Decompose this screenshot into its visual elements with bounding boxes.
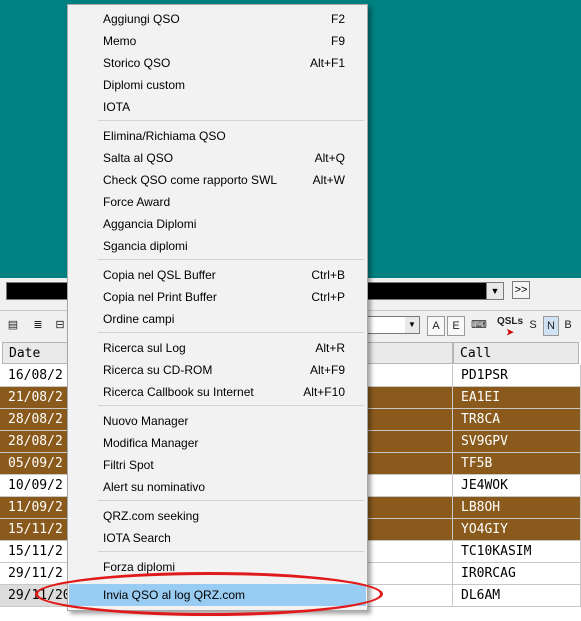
menu-separator: [98, 259, 364, 260]
btn-b[interactable]: B: [562, 316, 574, 334]
menu-item-check-qso-come-rapporto-swl[interactable]: Check QSO come rapporto SWL Alt+W: [69, 169, 366, 191]
list-icon[interactable]: ≣: [30, 316, 46, 334]
menu-item-copia-nel-print-buffer[interactable]: Copia nel Print Buffer Ctrl+P: [69, 286, 366, 308]
menu-separator: [98, 551, 364, 552]
red-annotation-ellipse: [35, 572, 383, 616]
menu-item-label: Diplomi custom: [103, 78, 186, 92]
menu-item-memo[interactable]: Memo F9: [69, 30, 366, 52]
menu-item-storico-qso[interactable]: Storico QSO Alt+F1: [69, 52, 366, 74]
menu-separator: [98, 405, 364, 406]
qsl-arrow-icon: ➤: [506, 327, 514, 337]
menu-item-shortcut: Alt+F1: [309, 56, 345, 70]
menu-item-label: Copia nel QSL Buffer: [103, 268, 216, 282]
cell-call[interactable]: JE4WOK: [453, 475, 581, 497]
cell-call[interactable]: EA1EI: [453, 387, 581, 409]
menu-item-label: Modifica Manager: [103, 436, 199, 450]
document-icon[interactable]: ▤: [5, 316, 21, 334]
cell-call[interactable]: LB8OH: [453, 497, 581, 519]
cell-call[interactable]: TF5B: [453, 453, 581, 475]
menu-item-shortcut: Alt+Q: [314, 151, 345, 165]
menu-separator: [98, 120, 364, 121]
qsl-button[interactable]: QSLs ➤: [496, 316, 524, 337]
menu-item-label: Ricerca su CD-ROM: [103, 363, 213, 377]
menu-item-label: Nuovo Manager: [103, 414, 189, 428]
menu-item-label: Ricerca Callbook su Internet: [103, 385, 254, 399]
menu-item-nuovo-manager[interactable]: Nuovo Manager: [69, 410, 366, 432]
menu-item-shortcut: F2: [330, 12, 345, 26]
menu-item-label: Filtri Spot: [103, 458, 154, 472]
btn-a[interactable]: A: [427, 316, 445, 336]
menu-item-label: Memo: [103, 34, 137, 48]
btn-n[interactable]: N: [543, 316, 559, 336]
qsl-label: QSLs: [496, 316, 524, 327]
menu-item-force-award[interactable]: Force Award: [69, 191, 366, 213]
menu-item-label: Sgancia diplomi: [103, 239, 188, 253]
context-menu: Aggiungi QSO F2 Memo F9 Storico QSO Alt+F1 Dip…: [67, 4, 368, 611]
menu-item-shortcut: Alt+F10: [303, 385, 345, 399]
menu-item-shortcut: F9: [330, 34, 345, 48]
cell-call[interactable]: SV9GPV: [453, 431, 581, 453]
cell-call[interactable]: TC10KASIM: [453, 541, 581, 563]
menu-item-label: IOTA: [103, 100, 131, 114]
menu-item-aggiungi-qso[interactable]: Aggiungi QSO F2: [69, 8, 366, 30]
cell-call[interactable]: TR8CA: [453, 409, 581, 431]
menu-item-label: QRZ.com seeking: [103, 509, 200, 523]
menu-item-ordine-campi[interactable]: Ordine campi: [69, 308, 366, 330]
menu-separator: [98, 332, 364, 333]
menu-item-label: Aggiungi QSO: [103, 12, 180, 26]
cell-call[interactable]: YO4GIY: [453, 519, 581, 541]
menu-item-label: Aggancia Diplomi: [103, 217, 197, 231]
menu-item-modifica-manager[interactable]: Modifica Manager: [69, 432, 366, 454]
menu-item-label: Ricerca sul Log: [103, 341, 186, 355]
header-call[interactable]: Call: [453, 342, 579, 364]
menu-item-label: Elimina/Richiama QSO: [103, 129, 226, 143]
menu-item-shortcut: Alt+R: [315, 341, 345, 355]
menu-item-label: Alert su nominativo: [103, 480, 206, 494]
menu-item-salta-al-qso[interactable]: Salta al QSO Alt+Q: [69, 147, 366, 169]
fast-forward-button[interactable]: >>: [512, 281, 530, 299]
btn-s[interactable]: S: [527, 316, 539, 334]
chevron-down-icon[interactable]: ▼: [486, 282, 504, 300]
menu-item-shortcut: Alt+W: [312, 173, 345, 187]
menu-item-aggancia-diplomi[interactable]: Aggancia Diplomi: [69, 213, 366, 235]
menu-item-qrz-com-seeking[interactable]: QRZ.com seeking: [69, 505, 366, 527]
filter-select[interactable]: ▼: [366, 316, 420, 334]
menu-item-shortcut: Ctrl+P: [311, 290, 345, 304]
menu-item-label: Copia nel Print Buffer: [103, 290, 217, 304]
menu-item-label: IOTA Search: [103, 531, 171, 545]
table-icon[interactable]: ⊟: [52, 316, 68, 334]
btn-e[interactable]: E: [447, 316, 465, 336]
menu-item-diplomi-custom[interactable]: Diplomi custom: [69, 74, 366, 96]
keyboard-icon[interactable]: ⌨: [470, 316, 488, 334]
menu-item-label: Storico QSO: [103, 56, 171, 70]
cell-call[interactable]: IR0RCAG: [453, 563, 581, 585]
menu-item-label: Check QSO come rapporto SWL: [103, 173, 278, 187]
cell-call[interactable]: PD1PSR: [453, 365, 581, 387]
menu-item-label: Ordine campi: [103, 312, 175, 326]
menu-item-iota[interactable]: IOTA: [69, 96, 366, 118]
menu-item-iota-search[interactable]: IOTA Search: [69, 527, 366, 549]
menu-item-sgancia-diplomi[interactable]: Sgancia diplomi: [69, 235, 366, 257]
menu-item-label: Salta al QSO: [103, 151, 174, 165]
menu-item-alert-su-nominativo[interactable]: Alert su nominativo: [69, 476, 366, 498]
cell-call[interactable]: DL6AM: [453, 585, 581, 607]
menu-item-ricerca-su-cd-rom[interactable]: Ricerca su CD-ROM Alt+F9: [69, 359, 366, 381]
menu-item-shortcut: Ctrl+B: [311, 268, 345, 282]
menu-item-filtri-spot[interactable]: Filtri Spot: [69, 454, 366, 476]
menu-separator: [98, 500, 364, 501]
menu-item-ricerca-callbook-su-internet[interactable]: Ricerca Callbook su Internet Alt+F10: [69, 381, 366, 403]
menu-item-shortcut: Alt+F9: [309, 363, 345, 377]
menu-item-ricerca-sul-log[interactable]: Ricerca sul Log Alt+R: [69, 337, 366, 359]
menu-item-label: Force Award: [103, 195, 171, 209]
menu-item-copia-nel-qsl-buffer[interactable]: Copia nel QSL Buffer Ctrl+B: [69, 264, 366, 286]
menu-item-elimina-richiama-qso[interactable]: Elimina/Richiama QSO: [69, 125, 366, 147]
